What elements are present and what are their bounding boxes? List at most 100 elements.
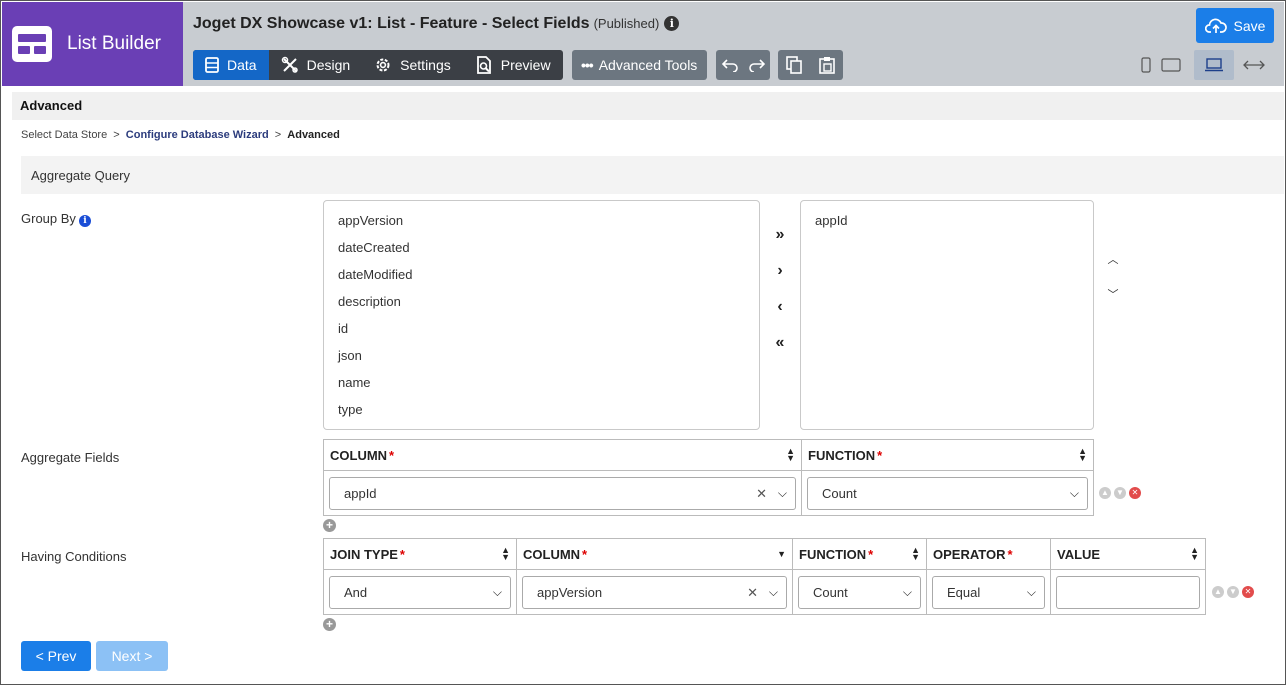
selected-field-option[interactable]: appId xyxy=(801,207,1093,234)
info-icon[interactable]: i xyxy=(664,16,680,31)
move-down-icon[interactable]: ﹀ xyxy=(1105,286,1121,302)
move-all-left-icon[interactable]: « xyxy=(770,334,790,352)
cloud-upload-icon xyxy=(1204,18,1227,33)
chevron-down-icon: ⌵ xyxy=(902,584,912,599)
required-mark: * xyxy=(399,546,405,562)
advanced-tools-button[interactable]: ••• Advanced Tools xyxy=(572,50,707,80)
info-icon[interactable]: i xyxy=(78,215,91,227)
sort-icon: ▲ ▼ xyxy=(911,545,920,562)
add-having-row-icon[interactable]: + xyxy=(323,618,336,631)
chevron-down-icon: ⌵ xyxy=(492,584,502,599)
next-button[interactable]: Next > xyxy=(96,641,168,671)
available-field-option[interactable]: appVersion xyxy=(324,207,759,234)
breadcrumb-select-data-store[interactable]: Select Data Store xyxy=(21,129,107,141)
paste-icon[interactable] xyxy=(813,50,840,80)
breadcrumb-configure-wizard[interactable]: Configure Database Wizard xyxy=(126,129,269,141)
breadcrumb: Select Data Store > Configure Database W… xyxy=(21,129,340,141)
join-type-header[interactable]: JOIN TYPE * ▲ ▼ xyxy=(323,538,517,570)
aggregate-query-header: Aggregate Query xyxy=(21,156,1284,194)
available-field-option[interactable]: json xyxy=(324,342,759,369)
required-mark: * xyxy=(389,447,395,463)
copy-paste-group xyxy=(778,50,843,80)
section-title: Advanced xyxy=(12,92,1284,120)
tab-data-label: Data xyxy=(227,57,257,73)
tab-data[interactable]: Data xyxy=(193,50,269,80)
having-function-select[interactable]: Count ⌵ xyxy=(798,575,921,609)
operator-header-label: OPERATOR xyxy=(933,546,1006,562)
aggregate-column-select[interactable]: appId ✕ ⌵ xyxy=(329,476,796,510)
delete-row-icon[interactable]: ✕ xyxy=(1242,586,1254,598)
available-field-option[interactable]: id xyxy=(324,315,759,342)
undo-redo-group xyxy=(716,50,770,80)
join-type-header-label: JOIN TYPE xyxy=(330,546,398,562)
function-header[interactable]: FUNCTION * ▲ ▼ xyxy=(792,538,927,570)
aggregate-fields-table: COLUMN * ▲ ▼ FUNCTION * ▲ ▼ appId ✕ ⌵ Count ⌵ xyxy=(323,439,1094,516)
aggregate-fields-label: Aggregate Fields xyxy=(21,450,120,465)
having-column-value: appVersion xyxy=(537,584,603,600)
sort-icon: ▲ ▼ xyxy=(1078,446,1087,463)
value-input[interactable] xyxy=(1056,575,1200,609)
save-button[interactable]: Save xyxy=(1196,8,1274,43)
move-row-down-icon[interactable]: ▼ xyxy=(1114,487,1126,499)
available-field-option[interactable]: dateCreated xyxy=(324,234,759,261)
publish-status: (Published) xyxy=(593,16,660,31)
available-field-option[interactable]: name xyxy=(324,369,759,396)
chevron-down-icon: ⌵ xyxy=(777,485,787,500)
column-header-label: COLUMN xyxy=(330,447,388,463)
value-header[interactable]: VALUE ▲ ▼ xyxy=(1050,538,1206,570)
tab-design[interactable]: Design xyxy=(269,50,363,80)
having-column-select[interactable]: appVersion ✕ ⌵ xyxy=(522,575,787,609)
join-type-select[interactable]: And ⌵ xyxy=(329,575,511,609)
operator-value: Equal xyxy=(947,584,981,600)
operator-header[interactable]: OPERATOR * xyxy=(926,538,1051,570)
operator-select[interactable]: Equal ⌵ xyxy=(932,575,1045,609)
prev-button[interactable]: < Prev xyxy=(21,641,91,671)
available-field-option[interactable]: dateModified xyxy=(324,261,759,288)
phone-view-icon[interactable] xyxy=(1134,50,1158,80)
function-header-label: FUNCTION xyxy=(799,546,867,562)
app-frame: List Builder Joget DX Showcase v1: List … xyxy=(0,0,1286,685)
tablet-view-icon[interactable] xyxy=(1158,50,1184,80)
move-row-up-icon[interactable]: ▲ xyxy=(1099,487,1111,499)
move-right-icon[interactable]: › xyxy=(770,262,790,280)
function-header[interactable]: FUNCTION * ▲ ▼ xyxy=(801,439,1094,471)
move-left-icon[interactable]: ‹ xyxy=(770,298,790,316)
tab-settings-label: Settings xyxy=(400,57,451,73)
full-width-view-icon[interactable] xyxy=(1234,50,1274,80)
gear-icon xyxy=(376,58,390,72)
having-function-value: Count xyxy=(813,584,848,600)
tab-settings[interactable]: Settings xyxy=(362,50,463,80)
column-header[interactable]: COLUMN * ▼ xyxy=(516,538,793,570)
delete-row-icon[interactable]: ✕ xyxy=(1129,487,1141,499)
clear-icon[interactable]: ✕ xyxy=(756,478,767,509)
breadcrumb-separator: > xyxy=(113,129,120,141)
aggregate-function-value: Count xyxy=(822,485,857,501)
add-aggregate-row-icon[interactable]: + xyxy=(323,519,336,532)
available-field-option[interactable]: type xyxy=(324,396,759,423)
tab-preview[interactable]: Preview xyxy=(463,50,563,80)
design-tools-icon xyxy=(281,56,298,73)
column-header[interactable]: COLUMN * ▲ ▼ xyxy=(323,439,802,471)
chevron-down-icon: ⌵ xyxy=(1026,584,1036,599)
move-up-icon[interactable]: ︿ xyxy=(1105,251,1121,267)
sort-icon: ▲ ▼ xyxy=(501,545,510,562)
laptop-view-icon[interactable] xyxy=(1194,50,1234,80)
move-row-up-icon[interactable]: ▲ xyxy=(1212,586,1224,598)
tab-design-label: Design xyxy=(306,57,351,73)
selected-fields-list[interactable]: appId xyxy=(800,200,1094,430)
move-all-right-icon[interactable]: » xyxy=(770,226,790,244)
advanced-tools-label: Advanced Tools xyxy=(598,57,698,73)
save-label: Save xyxy=(1233,17,1266,34)
available-fields-list[interactable]: appVersion dateCreated dateModified desc… xyxy=(323,200,760,430)
clear-icon[interactable]: ✕ xyxy=(747,577,758,608)
available-field-option[interactable]: description xyxy=(324,288,759,315)
aggregate-function-select[interactable]: Count ⌵ xyxy=(807,476,1088,510)
table-row: appId ✕ ⌵ Count ⌵ xyxy=(323,470,1094,516)
redo-icon[interactable] xyxy=(743,50,770,80)
group-by-label: Group By i xyxy=(21,211,91,227)
sort-icon: ▲ ▼ xyxy=(786,446,795,463)
breadcrumb-separator: > xyxy=(274,129,282,141)
undo-icon[interactable] xyxy=(716,50,743,80)
move-row-down-icon[interactable]: ▼ xyxy=(1227,586,1239,598)
copy-icon[interactable] xyxy=(781,50,808,80)
